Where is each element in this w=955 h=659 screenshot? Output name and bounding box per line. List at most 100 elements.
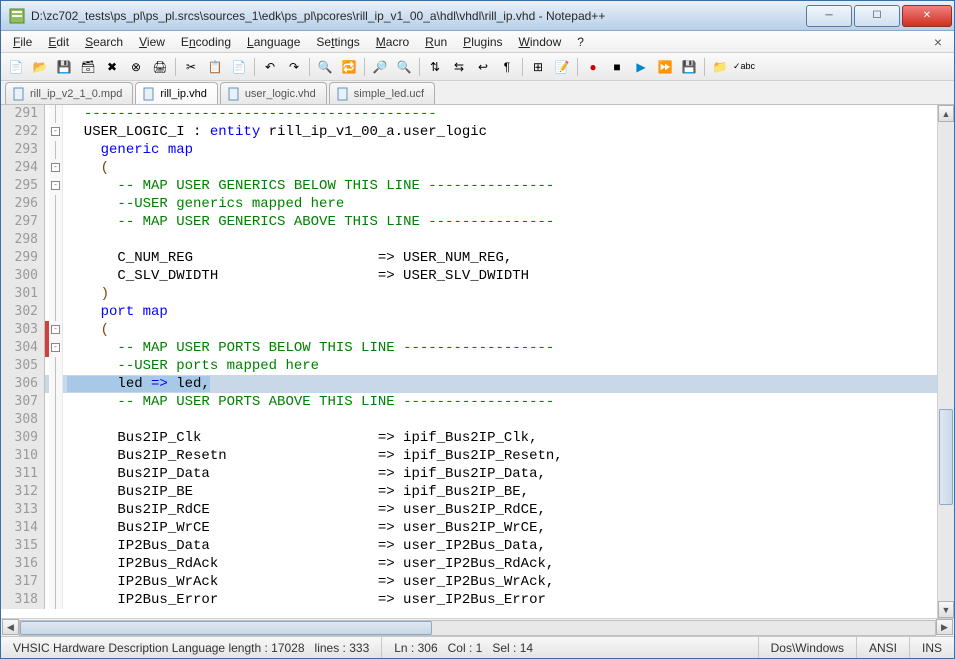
zoom-in-button[interactable]: 🔎 <box>369 56 391 78</box>
show-all-chars-button[interactable]: ¶ <box>496 56 518 78</box>
save-macro-button[interactable]: 💾 <box>678 56 700 78</box>
code-text[interactable]: generic map <box>63 141 193 159</box>
close-button[interactable]: ✕ <box>902 5 952 27</box>
code-line[interactable]: 309 Bus2IP_Clk => ipif_Bus2IP_Clk, <box>1 429 937 447</box>
code-text[interactable]: -- MAP USER PORTS ABOVE THIS LINE ------… <box>63 393 554 411</box>
fold-minus-icon[interactable]: - <box>51 127 60 136</box>
fold-minus-icon[interactable]: - <box>51 181 60 190</box>
save-all-button[interactable]: 🗃 <box>77 56 99 78</box>
code-line[interactable]: 293 generic map <box>1 141 937 159</box>
menu-window[interactable]: Window <box>511 33 570 51</box>
code-text[interactable]: Bus2IP_Data => ipif_Bus2IP_Data, <box>63 465 546 483</box>
code-line[interactable]: 318 IP2Bus_Error => user_IP2Bus_Error <box>1 591 937 609</box>
zoom-out-button[interactable]: 🔍 <box>393 56 415 78</box>
menu-view[interactable]: View <box>131 33 173 51</box>
code-text[interactable]: port map <box>63 303 168 321</box>
user-lang-button[interactable]: 📝 <box>551 56 573 78</box>
replace-button[interactable]: 🔁 <box>338 56 360 78</box>
code-text[interactable]: led => led, <box>63 375 210 393</box>
code-text[interactable]: Bus2IP_Resetn => ipif_Bus2IP_Resetn, <box>63 447 563 465</box>
code-text[interactable]: USER_LOGIC_I : entity rill_ip_v1_00_a.us… <box>63 123 487 141</box>
code-line[interactable]: 299 C_NUM_REG => USER_NUM_REG, <box>1 249 937 267</box>
horizontal-scrollbar[interactable]: ◀ ▶ <box>1 618 954 636</box>
code-line[interactable]: 316 IP2Bus_RdAck => user_IP2Bus_RdAck, <box>1 555 937 573</box>
close-all-button[interactable]: ⊗ <box>125 56 147 78</box>
menu-macro[interactable]: Macro <box>368 33 417 51</box>
menu-run[interactable]: Run <box>417 33 455 51</box>
save-button[interactable]: 💾 <box>53 56 75 78</box>
menu-search[interactable]: Search <box>77 33 131 51</box>
code-text[interactable]: --USER ports mapped here <box>63 357 319 375</box>
code-line[interactable]: 296 --USER generics mapped here <box>1 195 937 213</box>
code-text[interactable]: IP2Bus_WrAck => user_IP2Bus_WrAck, <box>63 573 554 591</box>
tab-rill_ip_v2_1_0-mpd[interactable]: rill_ip_v2_1_0.mpd <box>5 82 133 104</box>
new-file-button[interactable]: 📄 <box>5 56 27 78</box>
tab-user_logic-vhd[interactable]: user_logic.vhd <box>220 82 327 104</box>
hscroll-thumb[interactable] <box>20 621 432 635</box>
tab-simple_led-ucf[interactable]: simple_led.ucf <box>329 82 435 104</box>
print-button[interactable]: 🖨 <box>149 56 171 78</box>
menubar-close-icon[interactable]: × <box>926 34 950 50</box>
code-line[interactable]: 310 Bus2IP_Resetn => ipif_Bus2IP_Resetn, <box>1 447 937 465</box>
wordwrap-button[interactable]: ↩ <box>472 56 494 78</box>
close-file-button[interactable]: ✖ <box>101 56 123 78</box>
code-text[interactable]: C_NUM_REG => USER_NUM_REG, <box>63 249 512 267</box>
code-text[interactable]: --USER generics mapped here <box>63 195 344 213</box>
scroll-track[interactable] <box>938 122 954 601</box>
code-text[interactable]: Bus2IP_RdCE => user_Bus2IP_RdCE, <box>63 501 546 519</box>
code-line[interactable]: 308 <box>1 411 937 429</box>
undo-button[interactable]: ↶ <box>259 56 281 78</box>
code-text[interactable]: C_SLV_DWIDTH => USER_SLV_DWIDTH <box>63 267 529 285</box>
code-line[interactable]: 305 --USER ports mapped here <box>1 357 937 375</box>
sync-hscroll-button[interactable]: ⇆ <box>448 56 470 78</box>
maximize-button[interactable]: ☐ <box>854 5 900 27</box>
code-text[interactable]: -- MAP USER GENERICS BELOW THIS LINE ---… <box>63 177 554 195</box>
code-line[interactable]: 315 IP2Bus_Data => user_IP2Bus_Data, <box>1 537 937 555</box>
folder-button[interactable]: 📁 <box>709 56 731 78</box>
code-text[interactable]: -- MAP USER PORTS BELOW THIS LINE ------… <box>63 339 554 357</box>
tab-rill_ip-vhd[interactable]: rill_ip.vhd <box>135 82 217 104</box>
code-line[interactable]: 307 -- MAP USER PORTS ABOVE THIS LINE --… <box>1 393 937 411</box>
copy-button[interactable]: 📋 <box>204 56 226 78</box>
code-text[interactable] <box>63 411 75 429</box>
fold-minus-icon[interactable]: - <box>51 343 60 352</box>
titlebar[interactable]: D:\zc702_tests\ps_pl\ps_pl.srcs\sources_… <box>1 1 954 31</box>
code-line[interactable]: 306 led => led, <box>1 375 937 393</box>
code-line[interactable]: 317 IP2Bus_WrAck => user_IP2Bus_WrAck, <box>1 573 937 591</box>
code-line[interactable]: 297 -- MAP USER GENERICS ABOVE THIS LINE… <box>1 213 937 231</box>
fold-gutter[interactable]: - <box>49 339 63 357</box>
code-text[interactable] <box>63 231 75 249</box>
code-line[interactable]: 314 Bus2IP_WrCE => user_Bus2IP_WrCE, <box>1 519 937 537</box>
spellcheck-button[interactable]: ✓abc <box>733 56 755 78</box>
code-line[interactable]: 303- ( <box>1 321 937 339</box>
code-line[interactable]: 291 ------------------------------------… <box>1 105 937 123</box>
vertical-scrollbar[interactable]: ▲ ▼ <box>937 105 954 618</box>
open-file-button[interactable]: 📂 <box>29 56 51 78</box>
code-line[interactable]: 302 port map <box>1 303 937 321</box>
scroll-down-icon[interactable]: ▼ <box>938 601 954 618</box>
paste-button[interactable]: 📄 <box>228 56 250 78</box>
menu-file[interactable]: File <box>5 33 40 51</box>
record-macro-button[interactable]: ● <box>582 56 604 78</box>
fold-gutter[interactable]: - <box>49 177 63 195</box>
fold-minus-icon[interactable]: - <box>51 163 60 172</box>
minimize-button[interactable]: ─ <box>806 5 852 27</box>
sync-vscroll-button[interactable]: ⇅ <box>424 56 446 78</box>
menu-encoding[interactable]: Encoding <box>173 33 239 51</box>
code-text[interactable]: Bus2IP_WrCE => user_Bus2IP_WrCE, <box>63 519 546 537</box>
code-line[interactable]: 298 <box>1 231 937 249</box>
menu-language[interactable]: Language <box>239 33 308 51</box>
code-line[interactable]: 294- ( <box>1 159 937 177</box>
code-text[interactable]: Bus2IP_Clk => ipif_Bus2IP_Clk, <box>63 429 537 447</box>
code-text[interactable]: ----------------------------------------… <box>63 105 437 123</box>
code-text[interactable]: IP2Bus_RdAck => user_IP2Bus_RdAck, <box>63 555 554 573</box>
code-text[interactable]: -- MAP USER GENERICS ABOVE THIS LINE ---… <box>63 213 554 231</box>
menu-help[interactable]: ? <box>569 33 592 51</box>
fold-gutter[interactable]: - <box>49 123 63 141</box>
code-editor[interactable]: 291 ------------------------------------… <box>1 105 937 618</box>
code-line[interactable]: 295- -- MAP USER GENERICS BELOW THIS LIN… <box>1 177 937 195</box>
menu-edit[interactable]: Edit <box>40 33 77 51</box>
stop-macro-button[interactable]: ■ <box>606 56 628 78</box>
code-text[interactable]: ( <box>63 321 109 339</box>
code-line[interactable]: 300 C_SLV_DWIDTH => USER_SLV_DWIDTH <box>1 267 937 285</box>
